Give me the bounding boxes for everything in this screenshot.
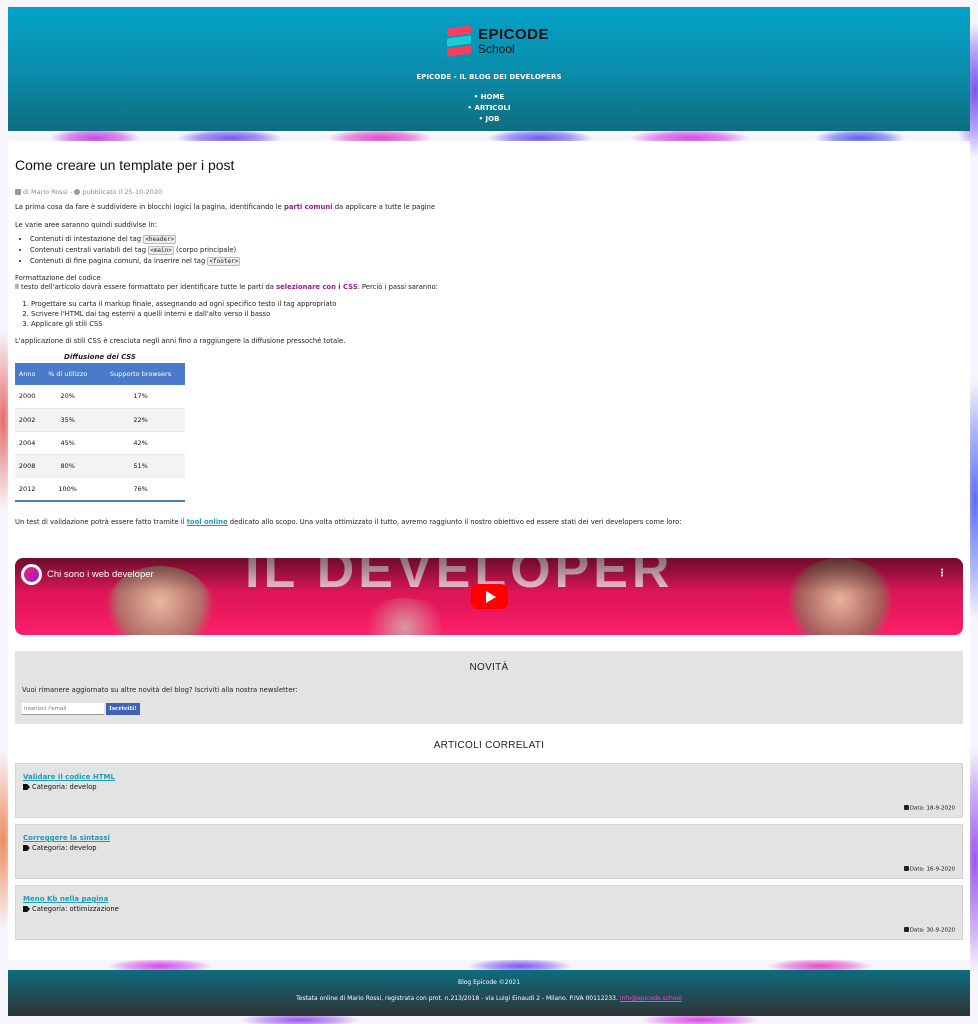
site-footer: Blog Epicode ©2021 Testata online di Mar… (8, 970, 970, 1016)
table-cell: 42% (96, 431, 185, 456)
css-diffusion-table: Anno % di utilizzo Supporto browsers 200… (15, 363, 185, 502)
related-article-link[interactable]: Correggere la sintassi (23, 834, 110, 842)
table-caption: Diffusione dei CSS (64, 353, 136, 361)
table-cell: 35% (39, 408, 97, 432)
nav-item-articoli[interactable]: ARTICOLI (8, 103, 970, 114)
list-item: Contenuti di intestazione del tag <heade… (30, 234, 963, 245)
css-growth-paragraph: L'applicazione di stili CSS è cresciuta … (15, 337, 346, 345)
subscribe-button[interactable]: Iscriviti! (106, 703, 140, 715)
calendar-icon (903, 805, 909, 810)
tag-icon (23, 784, 30, 790)
epicode-logo-icon (447, 25, 471, 57)
table-cell: 20% (39, 385, 97, 409)
format-paragraph: Il testo dell'articolo dovrà essere form… (15, 283, 438, 291)
table-row: 2012 100% 76% (15, 477, 185, 502)
list-item: Scrivere l'HTML dai tag esterni a quelli… (31, 309, 963, 319)
logo-sub: School (478, 42, 515, 56)
areas-intro: Le varie aree saranno quindi suddivise i… (15, 221, 157, 229)
areas-list: Contenuti di intestazione del tag <heade… (30, 234, 963, 267)
epicode-logo[interactable]: EPICODE School (447, 21, 557, 61)
meta-separator: - (69, 188, 73, 196)
table-row: 2002 35% 22% (15, 408, 185, 432)
table-cell: 76% (96, 477, 185, 502)
code-main: <main> (148, 246, 174, 255)
format-highlight: selezionare con i CSS (276, 283, 358, 291)
table-cell: 2004 (15, 431, 40, 456)
article-author: di Mario Rossi (23, 188, 68, 196)
footer-legal: Testata online di Mario Rossi, registrat… (296, 995, 682, 1002)
tool-online-link[interactable]: tool online (187, 518, 228, 526)
list-item: Applicare gli stili CSS (31, 319, 963, 329)
related-article-category: Categoria: ottimizzazione (23, 905, 119, 913)
code-footer: <footer> (207, 257, 241, 266)
format-heading: Formattazione del codice (15, 274, 101, 282)
calendar-icon (903, 927, 909, 932)
footer-copyright: Blog Epicode ©2021 (457, 979, 521, 986)
author-icon (15, 189, 21, 195)
validation-paragraph: Un test di validazione potrà essere fatt… (15, 517, 682, 526)
intro-paragraph: La prima cosa da fare è suddividere in b… (15, 203, 963, 212)
table-cell: 80% (39, 454, 97, 479)
code-header: <header> (143, 235, 177, 244)
related-article-card: Meno Kb nella pagina Categoria: ottimizz… (15, 885, 963, 940)
article-title: Come creare un template per i post (15, 157, 235, 173)
list-item: Contenuti centrali variabili del tag <ma… (30, 245, 963, 256)
channel-logo-icon[interactable] (21, 564, 42, 585)
logo-brand: EPICODE (478, 26, 550, 43)
table-cell: 2002 (15, 408, 40, 432)
table-cell: 51% (96, 454, 185, 479)
newsletter-text: Vuoi rimanere aggiornato su altre novità… (22, 686, 298, 694)
table-cell: 22% (96, 408, 185, 432)
related-article-date: Data: 30-9-2020 (903, 927, 955, 934)
article: Come creare un template per i post di Ma… (8, 141, 970, 960)
related-article-date: Data: 18-9-2020 (903, 805, 955, 812)
newsletter-section: NOVITÀ Vuoi rimanere aggiornato su altre… (15, 651, 963, 724)
list-item: Progettare su carta il markup finale, as… (31, 299, 963, 309)
related-heading: ARTICOLI CORRELATI (433, 740, 545, 751)
footer-email-link[interactable]: info@epicode.school (620, 995, 682, 1002)
table-header-utilizzo: % di utilizzo (39, 363, 97, 385)
site-tagline: EPICODE - IL BLOG DEI DEVELOPERS (416, 73, 562, 81)
newsletter-heading: NOVITÀ (469, 662, 509, 673)
site-header: EPICODE School EPICODE - IL BLOG DEI DEV… (8, 7, 970, 131)
table-row: 2008 80% 51% (15, 454, 185, 479)
email-field[interactable] (22, 703, 104, 715)
related-article-date: Data: 16-9-2020 (903, 866, 955, 873)
youtube-video-embed[interactable]: IL DEVELOPER Chi sono i web developer ⋮ (15, 558, 963, 635)
clock-icon (74, 189, 81, 195)
table-cell: 17% (96, 385, 185, 409)
tag-icon (23, 906, 30, 912)
table-row: 2000 20% 17% (15, 385, 185, 409)
play-button-icon[interactable] (471, 584, 508, 609)
nav-item-home[interactable]: HOME (8, 92, 970, 103)
table-row: 2004 45% 42% (15, 431, 185, 456)
related-article-card: Correggere la sintassi Categoria: develo… (15, 824, 963, 879)
related-article-category: Categoria: develop (23, 844, 97, 852)
video-title[interactable]: Chi sono i web developer (47, 569, 154, 580)
list-item: Contenuti di fine pagina comuni, da inse… (30, 256, 963, 267)
table-cell: 2008 (15, 454, 40, 479)
related-article-category: Categoria: develop (23, 783, 97, 791)
table-cell: 45% (39, 431, 97, 456)
steps-list: Progettare su carta il markup finale, as… (31, 299, 963, 329)
related-article-card: Validare il codice HTML Categoria: devel… (15, 763, 963, 818)
nav-item-job[interactable]: JOB (8, 114, 970, 125)
related-article-link[interactable]: Meno Kb nella pagina (23, 895, 108, 903)
table-header-supporto: Supporto browsers (96, 363, 185, 385)
intro-text: La prima cosa da fare è suddividere in b… (15, 203, 284, 211)
table-header-anno: Anno (15, 363, 40, 385)
intro-text-end: da applicare a tutte le pagine (332, 203, 436, 211)
table-cell: 2000 (15, 385, 40, 409)
calendar-icon (903, 866, 909, 871)
table-cell: 2012 (15, 477, 40, 502)
article-published: pubblicato il 25-10-2020 (82, 188, 163, 196)
article-meta: di Mario Rossi - pubblicato il 25-10-202… (15, 188, 963, 197)
related-article-link[interactable]: Validare il codice HTML (23, 773, 115, 781)
intro-highlight: parti comuni (283, 203, 333, 211)
table-cell: 100% (39, 477, 97, 502)
main-nav: HOME ARTICOLI JOB (8, 92, 970, 125)
tag-icon (23, 845, 30, 851)
video-menu-icon[interactable]: ⋮ (937, 568, 947, 579)
